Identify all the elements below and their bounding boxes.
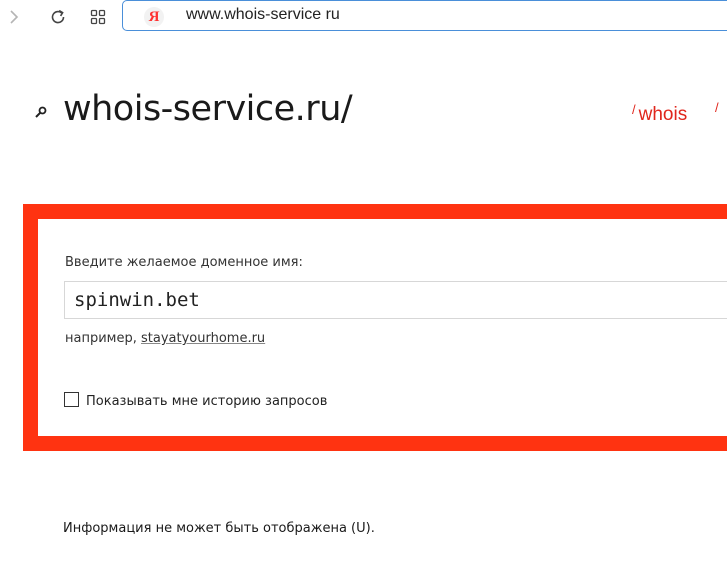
nav-link-slash: / — [632, 102, 636, 117]
yandex-logo-letter: Я — [148, 8, 160, 25]
tabs-grid-icon — [90, 9, 106, 25]
domain-input-label: Введите желаемое доменное имя: — [65, 255, 303, 270]
reload-button[interactable] — [46, 5, 70, 29]
example-hint: например, stayatyourhome.ru — [65, 331, 265, 346]
result-message: Информация не может быть отображена (U). — [63, 521, 375, 536]
forward-button[interactable] — [2, 5, 26, 29]
history-checkbox[interactable] — [64, 392, 79, 407]
tabs-button[interactable] — [86, 5, 110, 29]
nav-link-whois-label: whois — [638, 104, 688, 125]
history-checkbox-label[interactable]: Показывать мне историю запросов — [86, 394, 327, 409]
nav-link-whois[interactable]: / whois — [632, 102, 687, 126]
address-bar[interactable]: Я www.whois-service ru — [122, 0, 727, 31]
browser-toolbar: Я www.whois-service ru — [0, 0, 727, 38]
domain-input[interactable] — [64, 281, 727, 319]
whois-form-panel — [23, 204, 727, 451]
search-icon[interactable] — [34, 105, 48, 119]
nav-link-next[interactable]: / — [715, 100, 719, 115]
site-title[interactable]: whois-service.ru/ — [63, 89, 353, 129]
yandex-logo-icon: Я — [144, 7, 164, 27]
reload-icon — [51, 9, 65, 24]
forward-arrow-icon — [10, 10, 19, 24]
example-prefix: например, — [65, 331, 137, 346]
example-domain-link[interactable]: stayatyourhome.ru — [141, 331, 265, 346]
address-url[interactable]: www.whois-service ru — [186, 6, 340, 24]
